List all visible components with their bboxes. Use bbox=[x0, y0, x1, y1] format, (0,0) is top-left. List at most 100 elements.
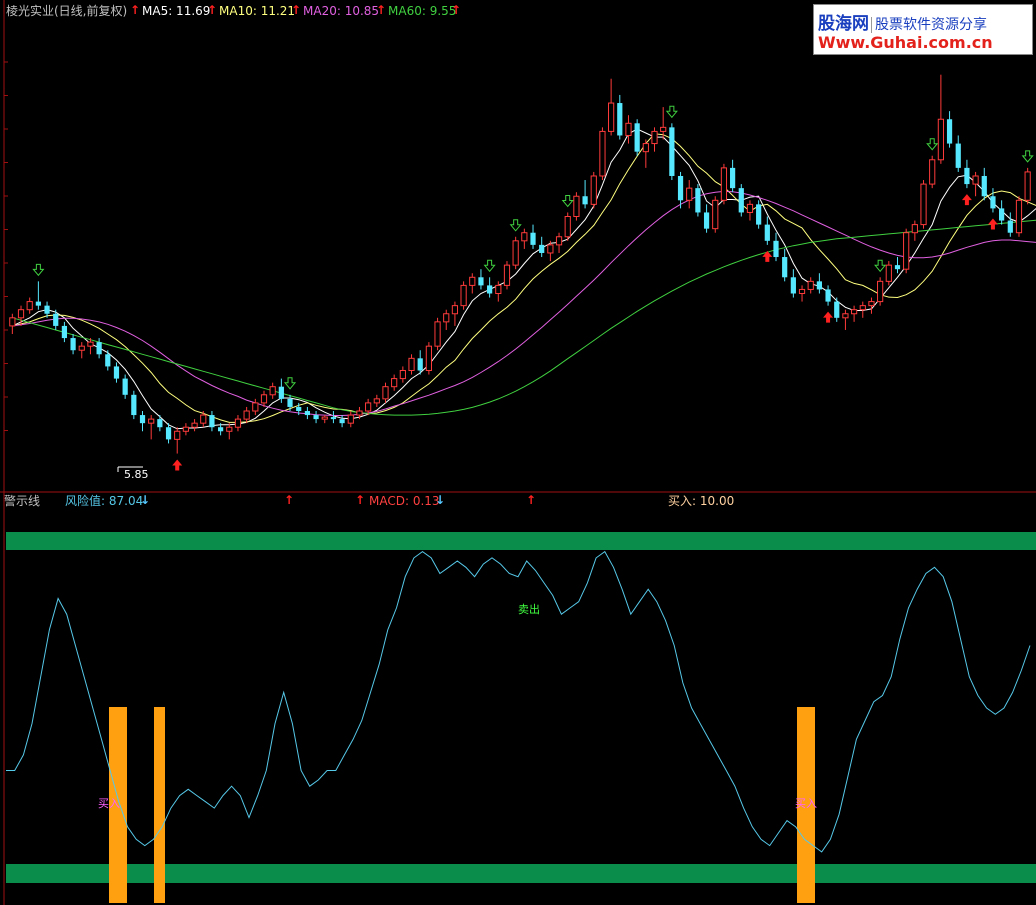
risk-down-icon: ↓ bbox=[140, 493, 151, 507]
ma5-value: MA5: 11.69 bbox=[142, 4, 211, 18]
candle bbox=[790, 269, 796, 298]
sell-arrow-icon bbox=[32, 263, 45, 277]
candle bbox=[782, 248, 788, 282]
candle bbox=[730, 159, 736, 193]
sub-up-icon-2: ↑ bbox=[355, 493, 366, 507]
candle bbox=[686, 180, 693, 209]
candle bbox=[460, 281, 467, 310]
candle bbox=[234, 415, 242, 432]
watermark-url: Www.Guhai.com.cn bbox=[818, 33, 993, 52]
candle bbox=[695, 184, 701, 217]
candle bbox=[877, 277, 884, 306]
ma-line-ma60 bbox=[12, 219, 1036, 416]
candle bbox=[642, 139, 649, 168]
candle bbox=[756, 200, 762, 229]
candle bbox=[443, 309, 450, 330]
watermark-slogan: 股票软件资源分享 bbox=[871, 17, 987, 33]
top-warning-band bbox=[6, 532, 1036, 550]
candle bbox=[373, 394, 380, 407]
candle bbox=[669, 123, 675, 181]
moving-average-lines bbox=[12, 128, 1036, 430]
candle bbox=[972, 171, 979, 197]
ma-line-ma10 bbox=[12, 133, 1036, 423]
candle bbox=[651, 127, 658, 152]
sell-arrow-icon bbox=[926, 138, 939, 151]
candle bbox=[521, 228, 528, 249]
candle bbox=[539, 236, 545, 258]
buy-arrow-icon bbox=[762, 250, 773, 262]
sub-up-icon-3: ↑ bbox=[526, 493, 537, 507]
macd-value: MACD: 0.13 bbox=[369, 494, 440, 508]
candle bbox=[946, 111, 953, 148]
buy-arrow-icon bbox=[172, 459, 183, 471]
stock-title: 棱光实业(日线,前复权) bbox=[6, 4, 128, 18]
candle bbox=[434, 317, 441, 351]
candle bbox=[105, 350, 111, 371]
candle bbox=[157, 415, 163, 432]
risk-value: 风险值: 87.04 bbox=[65, 494, 144, 508]
candle bbox=[122, 374, 128, 399]
candle bbox=[990, 188, 996, 213]
candle bbox=[503, 261, 511, 290]
candle bbox=[955, 135, 961, 172]
candle bbox=[964, 159, 970, 189]
sell-arrow-icon bbox=[283, 377, 297, 390]
candle bbox=[825, 285, 831, 306]
sell-arrow-icon bbox=[509, 219, 522, 232]
watermark-brand: 股海网 bbox=[818, 14, 869, 34]
candle bbox=[1007, 212, 1013, 237]
candle bbox=[200, 411, 207, 428]
candle bbox=[850, 305, 858, 322]
candle bbox=[339, 415, 345, 428]
candle bbox=[148, 415, 155, 440]
candle bbox=[738, 184, 744, 217]
candle bbox=[608, 78, 615, 136]
candle bbox=[937, 74, 944, 164]
candle bbox=[78, 342, 85, 359]
ma20-up-icon: ↑ bbox=[291, 3, 302, 17]
candle bbox=[903, 228, 910, 274]
candle bbox=[399, 366, 406, 383]
candle bbox=[9, 313, 16, 335]
candle bbox=[113, 362, 120, 383]
sub-up-icon-1: ↑ bbox=[284, 493, 295, 507]
candle bbox=[720, 163, 728, 205]
candle bbox=[894, 257, 901, 274]
candle bbox=[487, 277, 493, 298]
candle bbox=[911, 220, 918, 241]
candle bbox=[382, 382, 389, 403]
ma5-up-icon: ↑ bbox=[130, 3, 141, 17]
candle bbox=[260, 390, 268, 407]
ma-line-ma20 bbox=[12, 190, 1036, 416]
ma60-up-icon: ↑ bbox=[376, 3, 387, 17]
low-price-label: 5.85 bbox=[124, 468, 149, 481]
candle bbox=[408, 354, 415, 375]
candle bbox=[868, 297, 875, 314]
candle bbox=[807, 277, 814, 294]
candle bbox=[617, 94, 623, 140]
chart-canvas[interactable]: 5.85 买入 买入 卖出 bbox=[0, 0, 1036, 905]
candle bbox=[920, 180, 927, 229]
candle bbox=[131, 390, 137, 420]
candle bbox=[746, 200, 754, 221]
candle bbox=[929, 155, 936, 189]
sell-arrow-icon bbox=[483, 259, 496, 273]
candle bbox=[999, 200, 1005, 225]
candle bbox=[582, 180, 588, 209]
candle bbox=[842, 309, 849, 330]
candle bbox=[269, 382, 276, 399]
candle bbox=[61, 321, 68, 343]
candle bbox=[834, 297, 840, 322]
candle bbox=[35, 281, 41, 310]
ma10-up-icon: ↑ bbox=[207, 3, 218, 17]
candle bbox=[313, 411, 319, 424]
candle bbox=[859, 301, 866, 318]
candle bbox=[981, 167, 987, 201]
candle bbox=[773, 232, 779, 262]
candle bbox=[469, 273, 476, 294]
candle bbox=[512, 236, 519, 270]
candle bbox=[70, 334, 76, 355]
candle bbox=[451, 301, 459, 326]
ma10-value: MA10: 11.21 bbox=[219, 4, 296, 18]
buy-arrow-icon bbox=[961, 194, 972, 206]
